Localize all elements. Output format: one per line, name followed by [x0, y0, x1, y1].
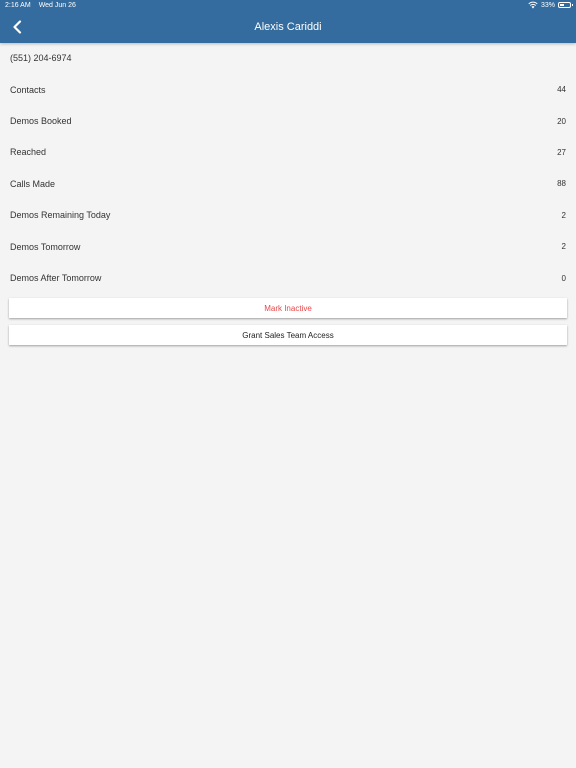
app-header: 2:16 AM Wed Jun 26 33% Alexis Cariddi — [0, 0, 576, 43]
wifi-icon — [528, 1, 538, 9]
status-bar: 2:16 AM Wed Jun 26 33% — [0, 0, 576, 12]
stat-label: Demos Booked — [10, 116, 72, 127]
stats-list: Contacts 44 Demos Booked 20 Reached 27 Calls M… — [0, 74, 576, 294]
stat-row: Calls Made 88 — [0, 168, 576, 199]
battery-percent: 33% — [540, 1, 555, 9]
mark-inactive-button[interactable]: Mark Inactive — [9, 298, 567, 318]
stat-value: 0 — [561, 273, 566, 283]
stat-label: Demos Tomorrow — [10, 241, 81, 252]
status-date: Wed Jun 26 — [38, 2, 76, 9]
nav-bar: Alexis Cariddi — [0, 12, 576, 43]
battery-fill — [560, 4, 564, 6]
stat-value: 27 — [557, 147, 566, 157]
stat-row: Demos Booked 20 — [0, 105, 576, 136]
battery-icon — [558, 2, 573, 8]
stat-label: Contacts — [10, 84, 46, 95]
stat-row: Demos After Tomorrow 0 — [0, 262, 576, 293]
stat-value: 20 — [557, 116, 566, 126]
stat-row: Reached 27 — [0, 137, 576, 168]
stat-label: Reached — [10, 147, 47, 158]
phone-number[interactable]: (551) 204-6974 — [0, 43, 576, 74]
page-title: Alexis Cariddi — [254, 21, 322, 33]
status-left: 2:16 AM Wed Jun 26 — [5, 2, 84, 9]
stat-value: 44 — [557, 85, 566, 95]
stat-value: 2 — [561, 210, 566, 220]
stat-value: 88 — [557, 179, 566, 189]
detail-content: (551) 204-6974 Contacts 44 Demos Booked 20 R… — [0, 43, 576, 294]
stat-row: Contacts 44 — [0, 74, 576, 105]
stat-label: Calls Made — [10, 178, 56, 189]
stat-label: Demos After Tomorrow — [10, 273, 102, 284]
stat-row: Demos Tomorrow 2 — [0, 231, 576, 262]
stat-row: Demos Remaining Today 2 — [0, 200, 576, 231]
status-right: 33% — [528, 1, 573, 9]
status-time: 2:16 AM — [5, 2, 31, 9]
stat-value: 2 — [561, 242, 566, 252]
stat-label: Demos Remaining Today — [10, 210, 111, 221]
grant-sales-team-access-button[interactable]: Grant Sales Team Access — [9, 325, 567, 345]
